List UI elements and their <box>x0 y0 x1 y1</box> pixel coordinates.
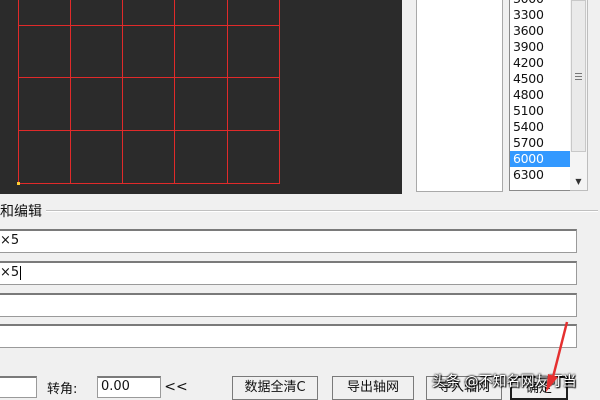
scroll-down-icon[interactable]: ▼ <box>570 174 587 188</box>
axis-grid-preview <box>0 0 402 194</box>
elevation-list-item[interactable]: 6000 <box>510 151 570 167</box>
elevation-list-items: 3000330036003900420045004800510054005700… <box>510 0 570 183</box>
elevation-list-item[interactable]: 3000 <box>510 0 570 7</box>
axis-field-1-value: ×5 <box>0 233 20 248</box>
elevation-list-item[interactable]: 5700 <box>510 135 570 151</box>
elevation-list-item[interactable]: 4500 <box>510 71 570 87</box>
elevation-list-item[interactable]: 5100 <box>510 103 570 119</box>
origin-marker <box>17 182 20 185</box>
clear-data-button[interactable]: 数据全清C <box>232 376 318 400</box>
axis-field-2[interactable]: ×5 <box>0 261 577 285</box>
grid-lines <box>17 0 280 185</box>
elevation-list-item[interactable]: 5400 <box>510 119 570 135</box>
group-divider <box>0 210 598 212</box>
scroll-thumb[interactable] <box>571 0 586 152</box>
elevation-list-item[interactable]: 6300 <box>510 167 570 183</box>
elevation-list-item[interactable]: 3900 <box>510 39 570 55</box>
elevation-list-item[interactable]: 3600 <box>510 23 570 39</box>
scroll-grip-icon <box>575 73 582 82</box>
rotation-input[interactable]: 0.00 <box>97 376 161 398</box>
axis-field-2-value: ×5 <box>0 265 20 280</box>
side-pane <box>416 0 503 192</box>
axis-field-4[interactable] <box>0 324 577 348</box>
elevation-list-item[interactable]: 4200 <box>510 55 570 71</box>
export-grid-button[interactable]: 导出轴网 <box>332 376 414 400</box>
offset-input[interactable] <box>0 376 37 398</box>
pick-angle-button[interactable]: << <box>164 376 188 400</box>
axis-field-3[interactable] <box>0 293 577 317</box>
elevation-list[interactable]: 3000330036003900420045004800510054005700… <box>509 0 571 191</box>
rotation-label: 转角: <box>47 382 78 397</box>
text-caret <box>20 265 22 280</box>
list-scrollbar[interactable]: ▼ <box>570 0 588 191</box>
elevation-list-item[interactable]: 3300 <box>510 7 570 23</box>
rotation-value: 0.00 <box>101 379 130 394</box>
axis-field-1[interactable]: ×5 <box>0 229 577 253</box>
elevation-list-item[interactable]: 4800 <box>510 87 570 103</box>
watermark: 头条 @不知名网友叮当 <box>432 374 577 390</box>
group-title: 和编辑 <box>0 201 46 221</box>
